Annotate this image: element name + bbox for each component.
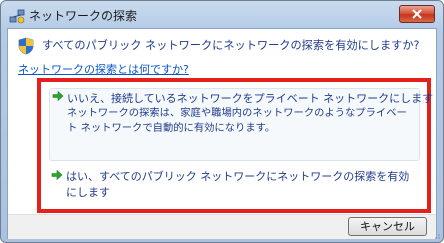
network-icon bbox=[9, 9, 25, 24]
close-button[interactable] bbox=[399, 5, 435, 23]
button-bar: キャンセル bbox=[8, 214, 436, 239]
option-description: ネットワークの探索は、家庭や職場内のネットワークのようなプライベート ネットワー… bbox=[67, 107, 407, 134]
dialog-content: すべてのパブリック ネットワークにネットワークの探索を有効にしますか? ネットワ… bbox=[7, 28, 437, 239]
dialog-window: ネットワークの探索 すべてのパブリック ネットワークにネットワークの探索を有効に… bbox=[0, 0, 444, 243]
green-arrow-icon bbox=[51, 169, 63, 181]
option-yes-enable-public[interactable]: はい、すべてのパブリック ネットワークにネットワークの探索を有効にします bbox=[49, 168, 420, 206]
close-icon bbox=[412, 9, 422, 19]
cancel-button[interactable]: キャンセル bbox=[348, 217, 427, 236]
dialog-heading: すべてのパブリック ネットワークにネットワークの探索を有効にしますか? bbox=[42, 39, 420, 52]
window-title: ネットワークの探索 bbox=[29, 9, 138, 23]
resize-grip-icon[interactable] bbox=[431, 230, 441, 240]
title-bar[interactable]: ネットワークの探索 bbox=[1, 1, 443, 29]
uac-shield-icon bbox=[18, 37, 34, 55]
green-arrow-icon bbox=[52, 90, 64, 102]
option-title: いいえ、接続しているネットワークをプライベート ネットワークにします bbox=[67, 92, 434, 105]
highlight-frame: いいえ、接続しているネットワークをプライベート ネットワークにします ネットワー… bbox=[37, 78, 433, 213]
help-link[interactable]: ネットワークの探索とは何ですか? bbox=[18, 61, 189, 77]
option-no-private-network[interactable]: いいえ、接続しているネットワークをプライベート ネットワークにします ネットワー… bbox=[49, 88, 433, 161]
option-title: はい、すべてのパブリック ネットワークにネットワークの探索を有効にします bbox=[66, 170, 410, 199]
